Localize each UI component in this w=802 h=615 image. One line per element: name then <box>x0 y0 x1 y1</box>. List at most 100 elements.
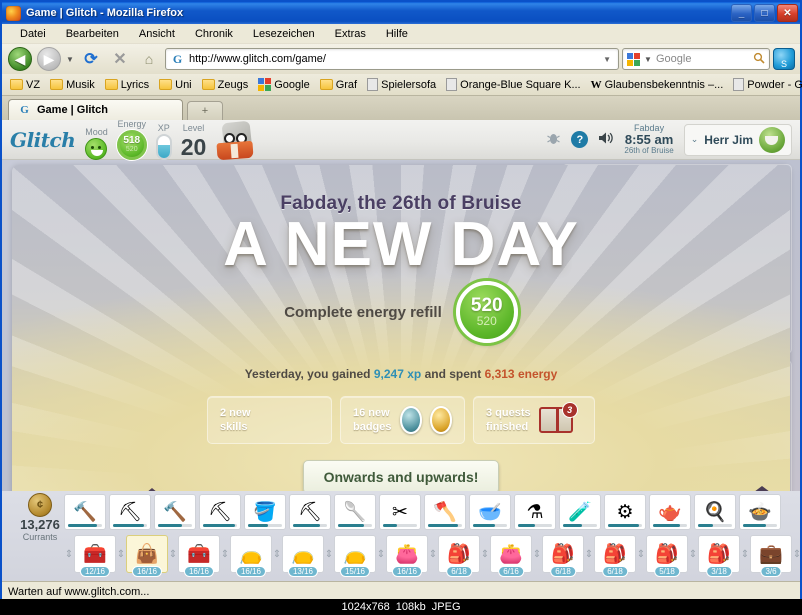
hoe-tool[interactable]: ⛏ <box>199 494 241 530</box>
onwards-button[interactable]: Onwards and upwards! <box>302 460 500 494</box>
search-bar[interactable]: ▼ Google <box>622 48 770 70</box>
scissors-tool[interactable]: ✂ <box>379 494 421 530</box>
bag-drag-handle[interactable]: ⇕ <box>272 549 282 560</box>
currants-display[interactable]: ¢ 13,276 Currants <box>16 493 64 542</box>
avatar[interactable] <box>759 126 785 153</box>
new-tab-button[interactable]: + <box>187 101 223 120</box>
glitch-logo[interactable]: Glitch <box>10 128 76 152</box>
bookmark-graf[interactable]: Graf <box>316 78 361 92</box>
tool-glyph: 🥄 <box>343 502 367 523</box>
bookmark-musik[interactable]: Musik <box>46 78 99 92</box>
pick-tool[interactable]: ⛏ <box>289 494 331 530</box>
menu-ansicht[interactable]: Ansicht <box>129 26 185 42</box>
blue-sack-bag[interactable]: 🎒 6/18 <box>438 535 480 577</box>
menu-extras[interactable]: Extras <box>325 26 376 42</box>
bookmark-glaubensbekenntnis[interactable]: W Glaubensbekenntnis –... <box>587 78 728 92</box>
stat-level[interactable]: Level 20 <box>181 123 207 160</box>
orange-sack-bag-3[interactable]: 🎒 5/18 <box>646 535 688 577</box>
pink-pouch-bag[interactable]: 👛 6/16 <box>490 535 532 577</box>
help-icon[interactable]: ? <box>571 131 589 148</box>
toolbox-bag[interactable]: 🧰 12/16 <box>74 535 116 577</box>
grey-satchel-bag[interactable]: 👝 15/16 <box>334 535 376 577</box>
grey-sack-bag[interactable]: 🎒 3/18 <box>698 535 740 577</box>
menu-datei[interactable]: Datei <box>10 26 56 42</box>
stat-level-label: Level <box>182 123 205 133</box>
tweezers-tool[interactable]: 🧪 <box>559 494 601 530</box>
bag-drag-handle[interactable]: ⇕ <box>636 549 646 560</box>
minimize-button[interactable]: _ <box>731 4 752 22</box>
tab-game-glitch[interactable]: G Game | Glitch <box>8 99 183 120</box>
bookmark-spielersofa[interactable]: Spielersofa <box>363 77 440 92</box>
bag-drag-handle[interactable]: ⇕ <box>168 549 178 560</box>
orange-sack-bag-2[interactable]: 🎒 6/18 <box>594 535 636 577</box>
pickaxe-tool[interactable]: ⛏ <box>109 494 151 530</box>
green-pouch-bag[interactable]: 👛 16/16 <box>386 535 428 577</box>
stat-mood[interactable]: Mood <box>85 127 108 160</box>
orange-sack-bag[interactable]: 🎒 6/18 <box>542 535 584 577</box>
url-dropdown-icon[interactable]: ▼ <box>603 55 614 64</box>
bag-drag-handle[interactable]: ⇕ <box>220 549 230 560</box>
user-menu[interactable]: ⌄ Herr Jim <box>683 123 792 156</box>
bag-drag-handle[interactable]: ⇕ <box>740 549 750 560</box>
stat-energy[interactable]: Energy 518 520 <box>116 120 147 160</box>
flask-tool[interactable]: ⚗ <box>514 494 556 530</box>
sound-icon[interactable] <box>598 131 614 148</box>
watering-can-tool[interactable]: 🪣 <box>244 494 286 530</box>
hammer-tool[interactable]: 🔨 <box>64 494 106 530</box>
bag-drag-handle[interactable]: ⇕ <box>116 549 126 560</box>
forward-button[interactable]: ▶ <box>36 47 62 71</box>
bag-drag-handle[interactable]: ⇕ <box>688 549 698 560</box>
bag-drag-handle[interactable]: ⇕ <box>584 549 594 560</box>
messenger-bag[interactable]: 💼 3/6 <box>750 535 792 577</box>
bag-drag-handle[interactable]: ⇕ <box>376 549 386 560</box>
bug-icon[interactable] <box>546 131 561 149</box>
bookmark-lyrics[interactable]: Lyrics <box>101 78 153 92</box>
shovel-tool[interactable]: 🥄 <box>334 494 376 530</box>
menu-bearbeiten[interactable]: Bearbeiten <box>56 26 129 42</box>
search-icon[interactable] <box>753 52 765 67</box>
blue-satchel-bag[interactable]: 👝 16/16 <box>230 535 272 577</box>
menu-chronik[interactable]: Chronik <box>185 26 243 42</box>
axe-tool[interactable]: 🪓 <box>424 494 466 530</box>
bag-drag-handle[interactable]: ⇕ <box>792 549 800 560</box>
green-toolbox-bag[interactable]: 🧰 16/16 <box>178 535 220 577</box>
bag-drag-handle[interactable]: ⇕ <box>532 549 542 560</box>
maximize-button[interactable]: □ <box>754 4 775 22</box>
bookmark-google[interactable]: Google <box>254 77 313 92</box>
forward-arrow-icon: ▶ <box>37 47 61 71</box>
mallet-tool[interactable]: 🔨 <box>154 494 196 530</box>
kettle-tool[interactable]: 🫖 <box>649 494 691 530</box>
skills-card[interactable]: 2 new skills <box>207 396 332 444</box>
search-input[interactable]: Google <box>656 53 750 65</box>
back-button[interactable]: ◀ <box>7 47 33 71</box>
skype-icon[interactable]: S <box>773 48 795 70</box>
pan-tool[interactable]: 🍳 <box>694 494 736 530</box>
tool-glyph: 🪓 <box>433 502 457 523</box>
menu-hilfe[interactable]: Hilfe <box>376 26 418 42</box>
mortar-tool[interactable]: 🥣 <box>469 494 511 530</box>
brown-satchel-bag[interactable]: 👝 13/16 <box>282 535 324 577</box>
close-button[interactable]: ✕ <box>777 4 798 22</box>
menu-lesezeichen[interactable]: Lesezeichen <box>243 26 325 42</box>
duffel-bag[interactable]: 👜 16/16 <box>126 535 168 577</box>
nav-dropdown-icon[interactable]: ▼ <box>65 55 75 64</box>
bag-drag-handle[interactable]: ⇕ <box>480 549 490 560</box>
address-bar[interactable]: G http://www.glitch.com/game/ ▼ <box>165 48 619 70</box>
bookmark-powder-glitch[interactable]: Powder - Glitch Strate... <box>729 77 802 92</box>
bookmark-orange-blue-square[interactable]: Orange-Blue Square K... <box>442 77 584 92</box>
quests-card[interactable]: 3 quests finished 3 <box>473 396 595 444</box>
bookmark-vz[interactable]: VZ <box>6 78 44 92</box>
bookmark-zeugs[interactable]: Zeugs <box>198 78 253 92</box>
search-engine-dropdown-icon[interactable]: ▼ <box>643 55 653 64</box>
badges-card[interactable]: 16 new badges <box>340 396 465 444</box>
grinder-tool[interactable]: ⚙ <box>604 494 646 530</box>
bag-drag-handle[interactable]: ⇕ <box>428 549 438 560</box>
pot-tool[interactable]: 🍲 <box>739 494 781 530</box>
bag-drag-handle[interactable]: ⇕ <box>64 549 74 560</box>
bag-drag-handle[interactable]: ⇕ <box>324 549 334 560</box>
stat-xp[interactable]: XP <box>155 123 172 160</box>
bookmark-uni[interactable]: Uni <box>155 78 196 92</box>
stop-button[interactable]: ✕ <box>107 47 133 71</box>
home-button[interactable]: ⌂ <box>136 47 162 71</box>
reload-button[interactable]: ⟳ <box>78 47 104 71</box>
